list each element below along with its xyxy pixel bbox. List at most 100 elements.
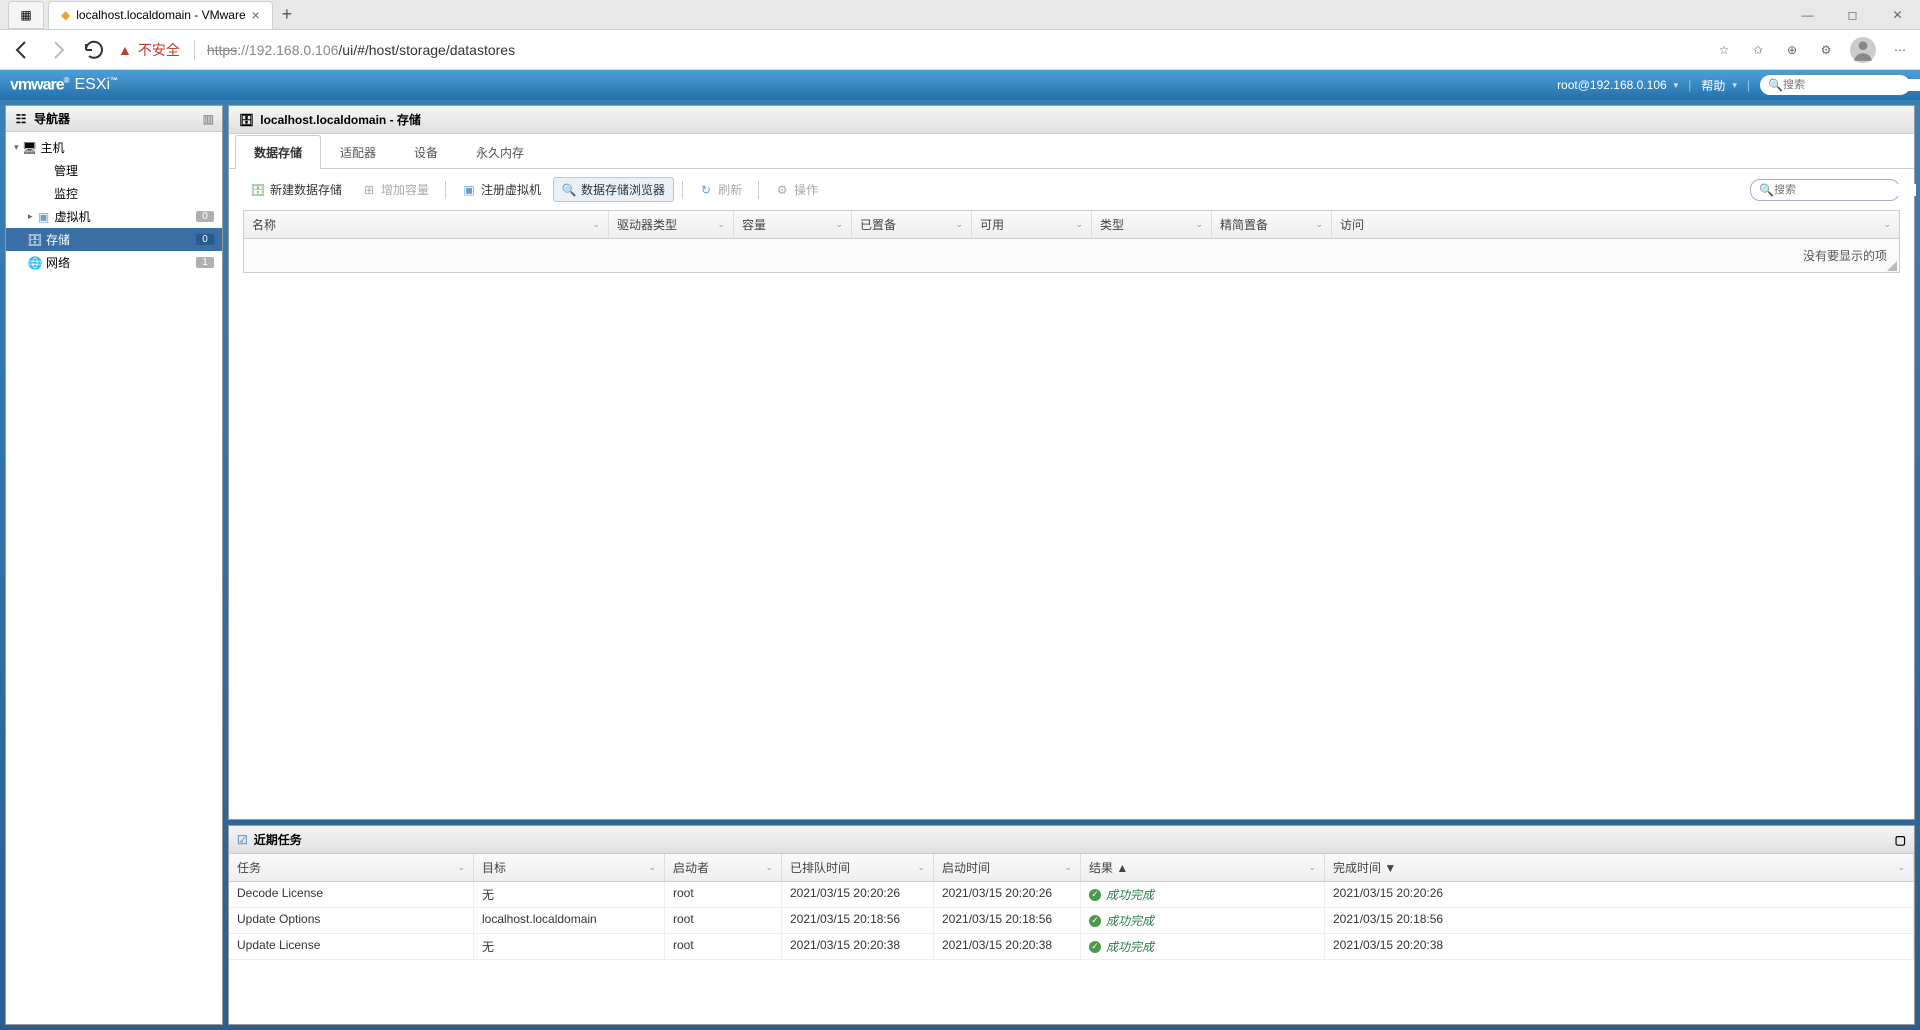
global-search-input[interactable] (1783, 79, 1920, 91)
pin-icon[interactable]: ▥ (203, 112, 214, 126)
resize-handle[interactable] (1887, 261, 1897, 271)
task-started: 2021/03/15 20:18:56 (934, 908, 1081, 933)
storage-icon: 🗄 (28, 233, 42, 247)
grid-header: 名称⌄ 驱动器类型⌄ 容量⌄ 已置备⌄ 可用⌄ 类型⌄ 精简置备⌄ 访问⌄ (244, 211, 1899, 239)
register-vm-button[interactable]: ▣ 注册虚拟机 (454, 178, 549, 201)
col-thin[interactable]: 精简置备⌄ (1212, 211, 1332, 238)
task-result: ✓成功完成 (1081, 882, 1325, 907)
profile-avatar[interactable] (1850, 37, 1876, 63)
col-drive-type[interactable]: 驱动器类型⌄ (609, 211, 734, 238)
task-result: ✓成功完成 (1081, 934, 1325, 959)
col-provisioned[interactable]: 已置备⌄ (852, 211, 972, 238)
refresh-icon: ↻ (699, 183, 713, 197)
navigator-header: ☷ 导航器 ▥ (6, 106, 222, 132)
nav-manage[interactable]: 管理 (6, 159, 222, 182)
storage-panel: 🗄 localhost.localdomain - 存储 数据存储 适配器 设备… (228, 105, 1915, 820)
col-available[interactable]: 可用⌄ (972, 211, 1092, 238)
task-row[interactable]: Decode License无root2021/03/15 20:20:2620… (229, 882, 1914, 908)
favorite-icon[interactable]: ☆ (1714, 40, 1734, 60)
browser-address-bar: ▲ 不安全 https://192.168.0.106/ui/#/host/st… (0, 30, 1920, 70)
datastore-search[interactable]: 🔍 (1750, 179, 1900, 201)
increase-icon: ⊞ (362, 183, 376, 197)
browser-tab[interactable]: ◆ localhost.localdomain - VMware × (48, 1, 273, 29)
tcol-queued[interactable]: 已排队时间⌄ (782, 854, 934, 881)
tab-devices[interactable]: 设备 (395, 135, 457, 169)
tab-datastores[interactable]: 数据存储 (235, 135, 321, 169)
panel-title: localhost.localdomain - 存储 (260, 111, 421, 128)
reload-button[interactable] (82, 38, 106, 62)
grid-empty-message: 没有要显示的项 (244, 239, 1899, 272)
task-result: ✓成功完成 (1081, 908, 1325, 933)
browser-app-icon[interactable]: ▦ (8, 1, 44, 29)
datastore-toolbar: 🗄 新建数据存储 ⊞ 增加容量 ▣ 注册虚拟机 🔍 数据存储浏览器 (229, 169, 1914, 210)
nav-vms[interactable]: ▸ ▣ 虚拟机 0 (6, 205, 222, 228)
menu-icon[interactable]: ⋯ (1890, 40, 1910, 60)
actions-button[interactable]: ⚙ 操作 (767, 178, 826, 201)
task-queued: 2021/03/15 20:20:26 (782, 882, 934, 907)
tasks-icon: ☑ (237, 833, 248, 847)
task-row[interactable]: Update License无root2021/03/15 20:20:3820… (229, 934, 1914, 960)
task-row[interactable]: Update Optionslocalhost.localdomainroot2… (229, 908, 1914, 934)
tcol-completed[interactable]: 完成时间 ▼⌄ (1325, 854, 1914, 881)
refresh-button[interactable]: ↻ 刷新 (691, 178, 750, 201)
datastore-browser-button[interactable]: 🔍 数据存储浏览器 (553, 177, 674, 202)
security-text: 不安全 (138, 40, 180, 60)
vmware-logo: vmware®ESXi™ (10, 76, 117, 94)
window-close-button[interactable]: ✕ (1875, 0, 1920, 30)
url-field[interactable]: https://192.168.0.106/ui/#/host/storage/… (207, 42, 1702, 58)
register-vm-icon: ▣ (462, 183, 476, 197)
tabs-row: 数据存储 适配器 设备 永久内存 (229, 134, 1914, 169)
navigator-icon: ☷ (14, 112, 28, 126)
tcol-result[interactable]: 结果 ▲⌄ (1081, 854, 1325, 881)
new-datastore-button[interactable]: 🗄 新建数据存储 (243, 178, 350, 201)
col-type[interactable]: 类型⌄ (1092, 211, 1212, 238)
collections-icon[interactable]: ⊕ (1782, 40, 1802, 60)
task-target: 无 (474, 882, 665, 907)
storage-title-icon: 🗄 (239, 113, 254, 127)
vm-icon: ▣ (37, 210, 51, 224)
nav-monitor[interactable]: 监控 (6, 182, 222, 205)
task-target: localhost.localdomain (474, 908, 665, 933)
browser-icon: 🔍 (562, 183, 576, 197)
tcol-initiator[interactable]: 启动者⌄ (665, 854, 782, 881)
tab-adapters[interactable]: 适配器 (321, 135, 395, 169)
task-started: 2021/03/15 20:20:26 (934, 882, 1081, 907)
col-name[interactable]: 名称⌄ (244, 211, 609, 238)
help-menu[interactable]: 帮助 (1701, 77, 1737, 94)
global-search[interactable]: 🔍 ▾ (1760, 75, 1910, 95)
tcol-task[interactable]: 任务⌄ (229, 854, 474, 881)
task-queued: 2021/03/15 20:20:38 (782, 934, 934, 959)
success-icon: ✓ (1089, 941, 1101, 953)
window-minimize-button[interactable]: — (1785, 0, 1830, 30)
user-menu[interactable]: root@192.168.0.106 (1557, 78, 1678, 92)
col-capacity[interactable]: 容量⌄ (734, 211, 852, 238)
back-button[interactable] (10, 38, 34, 62)
task-initiator: root (665, 934, 782, 959)
forward-button[interactable] (46, 38, 70, 62)
new-tab-button[interactable]: + (273, 4, 301, 25)
window-maximize-button[interactable]: ◻ (1830, 0, 1875, 30)
nav-storage[interactable]: 🗄 存储 0 (6, 228, 222, 251)
col-access[interactable]: 访问⌄ (1332, 211, 1899, 238)
favorites-bar-icon[interactable]: ✩ (1748, 40, 1768, 60)
tcol-target[interactable]: 目标⌄ (474, 854, 665, 881)
tcol-started[interactable]: 启动时间⌄ (934, 854, 1081, 881)
task-name: Update License (229, 934, 474, 959)
tab-title: localhost.localdomain - VMware (76, 8, 245, 22)
datastore-search-input[interactable] (1774, 184, 1916, 196)
task-target: 无 (474, 934, 665, 959)
extensions-icon[interactable]: ⚙ (1816, 40, 1836, 60)
task-initiator: root (665, 908, 782, 933)
tab-favicon: ◆ (61, 8, 70, 22)
search-icon: 🔍 (1768, 78, 1783, 92)
nav-host[interactable]: 🖥 主机 (6, 136, 222, 159)
panel-title-bar: 🗄 localhost.localdomain - 存储 (229, 106, 1914, 134)
security-indicator[interactable]: ▲ 不安全 (118, 40, 195, 60)
tab-pmem[interactable]: 永久内存 (457, 135, 543, 169)
esxi-header: vmware®ESXi™ root@192.168.0.106 | 帮助 | 🔍… (0, 70, 1920, 100)
maximize-panel-icon[interactable]: ▢ (1895, 833, 1906, 847)
close-icon[interactable]: × (252, 7, 260, 23)
navigator-panel: ☷ 导航器 ▥ 🖥 主机 管理 监控 ▸ ▣ 虚拟机 0 🗄 存储 0 (5, 105, 223, 1025)
nav-network[interactable]: 🌐 网络 1 (6, 251, 222, 274)
task-completed: 2021/03/15 20:20:38 (1325, 934, 1914, 959)
